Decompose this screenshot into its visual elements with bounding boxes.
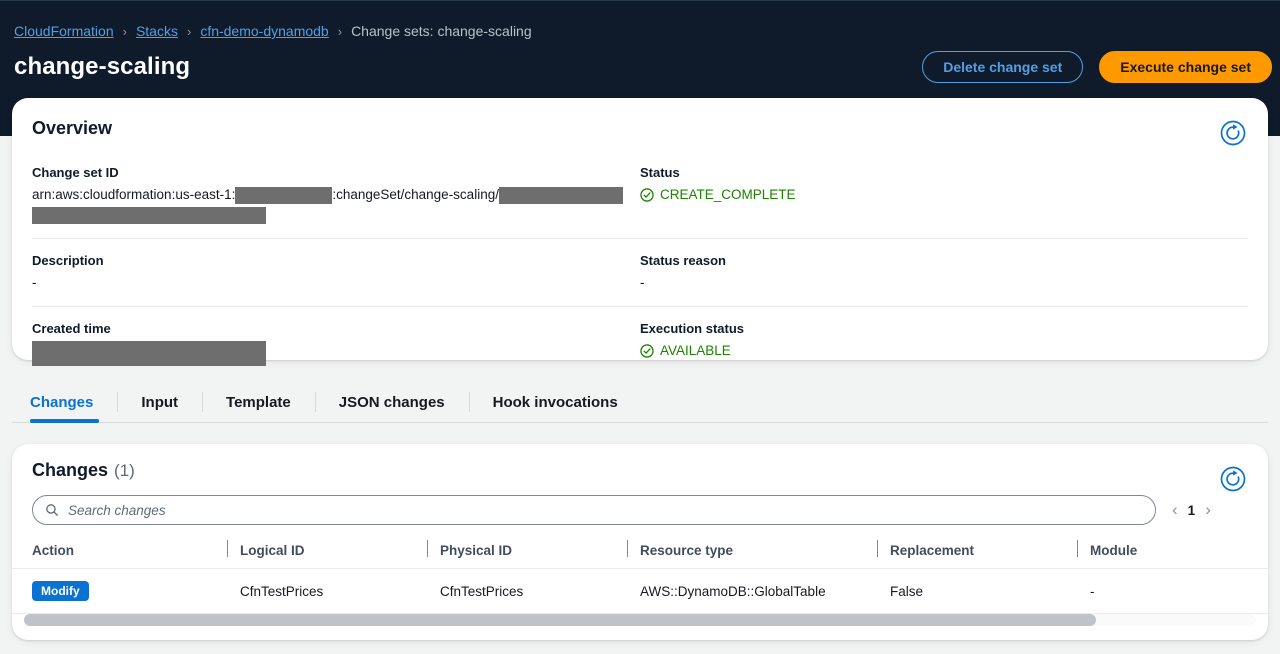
pagination-page-1[interactable]: 1 <box>1188 503 1196 518</box>
change-set-id-prefix: arn:aws:cloudformation:us-east-1: <box>32 187 236 202</box>
changes-title: Changes <box>32 460 109 480</box>
column-header-resource-type[interactable]: Resource type <box>627 537 890 569</box>
created-time-label: Created time <box>32 321 111 337</box>
change-set-id-label: Change set ID <box>32 165 119 180</box>
column-divider <box>427 540 428 557</box>
cell-replacement: False <box>890 568 1090 614</box>
breadcrumb-item-current: Change sets: change-scaling <box>351 23 532 39</box>
tab-input[interactable]: Input <box>117 382 202 422</box>
tab-changes[interactable]: Changes <box>12 382 117 423</box>
redacted-change-set-uuid-part1 <box>498 186 623 204</box>
overview-field-status: Status CREATE_COMPLETE <box>640 165 1248 224</box>
breadcrumb-separator-icon: › <box>186 23 192 39</box>
tab-hook-invocations[interactable]: Hook invocations <box>468 382 642 422</box>
column-header-module-label: Module <box>1090 543 1138 558</box>
changes-card: Changes (1) Search changes ‹ 1 › Action … <box>12 444 1268 640</box>
check-circle-icon <box>640 187 654 202</box>
status-text: CREATE_COMPLETE <box>660 187 796 202</box>
overview-row-id-status: Change set ID arn:aws:cloudformation:us-… <box>32 151 1248 240</box>
pagination-prev-icon[interactable]: ‹ <box>1172 500 1178 520</box>
status-badge: CREATE_COMPLETE <box>640 185 796 204</box>
overview-row-created-execution: Created time Execution status AVAILABLE <box>32 307 1248 380</box>
column-header-resource-type-label: Resource type <box>640 543 734 558</box>
tab-bar: Changes Input Template JSON changes Hook… <box>12 382 1268 423</box>
cell-physical-id: CfnTestPrices <box>440 568 640 614</box>
search-row: Search changes ‹ 1 › <box>32 495 1248 525</box>
status-reason-value: - <box>640 275 645 291</box>
redacted-change-set-uuid-part2 <box>32 207 266 225</box>
changes-table: Action Logical ID Physical ID Resource t… <box>12 537 1268 614</box>
change-set-id-middle: :changeSet/change-scaling/ <box>332 187 499 202</box>
overview-field-created-time: Created time <box>32 321 640 367</box>
overview-field-status-reason: Status reason - <box>640 253 1248 292</box>
description-label: Description <box>32 253 104 269</box>
horizontal-scrollbar-thumb[interactable] <box>24 614 1096 626</box>
description-value: - <box>32 275 37 291</box>
execute-change-set-button[interactable]: Execute change set <box>1099 51 1272 83</box>
tab-json-changes[interactable]: JSON changes <box>314 382 469 422</box>
column-divider <box>627 540 628 557</box>
breadcrumb-separator-icon: › <box>337 23 343 39</box>
table-row[interactable]: Modify CfnTestPrices CfnTestPrices AWS::… <box>12 568 1268 614</box>
overview-field-execution-status: Execution status AVAILABLE <box>640 321 1248 366</box>
horizontal-scrollbar[interactable] <box>24 614 1256 626</box>
column-header-module[interactable]: Module <box>1077 537 1268 569</box>
changes-table-body: Modify CfnTestPrices CfnTestPrices AWS::… <box>12 568 1268 614</box>
column-divider <box>227 540 228 557</box>
changes-header: Changes (1) Search changes ‹ 1 › <box>12 444 1268 525</box>
overview-title: Overview <box>32 118 113 138</box>
status-label: Status <box>640 165 680 180</box>
table-header-row: Action Logical ID Physical ID Resource t… <box>12 537 1268 569</box>
tab-template[interactable]: Template <box>202 382 315 422</box>
delete-change-set-button[interactable]: Delete change set <box>922 51 1084 83</box>
column-header-action[interactable]: Action <box>12 537 240 569</box>
search-input[interactable]: Search changes <box>32 495 1156 525</box>
breadcrumb: CloudFormation › Stacks › cfn-demo-dynam… <box>14 23 532 39</box>
header-actions: Delete change set Execute change set <box>922 51 1272 83</box>
check-circle-icon <box>640 344 654 358</box>
column-header-physical-id[interactable]: Physical ID <box>427 537 640 569</box>
overview-body: Overview Change set ID arn:aws:cloudform… <box>12 98 1268 380</box>
column-divider <box>877 540 878 557</box>
cell-logical-id: CfnTestPrices <box>240 568 440 614</box>
cell-resource-type: AWS::DynamoDB::GlobalTable <box>640 568 890 614</box>
redacted-created-time <box>32 341 266 367</box>
status-reason-label: Status reason <box>640 253 726 269</box>
execution-status-label: Execution status <box>640 321 745 337</box>
breadcrumb-item-stacks[interactable]: Stacks <box>136 23 178 39</box>
pagination: ‹ 1 › <box>1172 500 1211 520</box>
overview-field-change-set-id: Change set ID arn:aws:cloudformation:us-… <box>32 165 640 225</box>
page-title: change-scaling <box>14 53 191 80</box>
breadcrumb-separator-icon: › <box>122 23 127 39</box>
breadcrumb-item-stack-name[interactable]: cfn-demo-dynamodb <box>200 23 328 39</box>
execution-status-badge: AVAILABLE <box>640 341 731 360</box>
column-header-replacement-label: Replacement <box>890 543 975 558</box>
search-placeholder: Search changes <box>68 502 166 518</box>
column-header-replacement[interactable]: Replacement <box>877 537 1090 569</box>
pagination-next-icon[interactable]: › <box>1205 500 1211 520</box>
action-badge-modify: Modify <box>32 581 89 601</box>
breadcrumb-item-cloudformation[interactable]: CloudFormation <box>14 23 114 39</box>
execution-status-value-wrapper: AVAILABLE <box>640 341 1232 363</box>
created-time-value <box>32 341 624 367</box>
changes-table-head: Action Logical ID Physical ID Resource t… <box>12 537 1268 569</box>
execution-status-text: AVAILABLE <box>660 343 731 359</box>
status-value-wrapper: CREATE_COMPLETE <box>640 185 1232 207</box>
column-header-physical-id-label: Physical ID <box>440 543 513 558</box>
changes-count: (1) <box>114 461 135 480</box>
redacted-account-id <box>235 186 333 204</box>
column-header-logical-id-label: Logical ID <box>240 543 305 558</box>
search-icon <box>46 504 58 516</box>
overview-row-description-reason: Description - Status reason - <box>32 239 1248 308</box>
cell-module: - <box>1090 568 1268 614</box>
overview-card: Overview Change set ID arn:aws:cloudform… <box>12 98 1268 367</box>
overview-refresh-icon[interactable] <box>1218 118 1248 148</box>
overview-field-description: Description - <box>32 253 640 292</box>
change-set-id-value: arn:aws:cloudformation:us-east-1: :change… <box>32 185 624 225</box>
column-divider <box>1077 540 1078 557</box>
cell-action: Modify <box>12 568 240 614</box>
changes-title-row: Changes (1) <box>32 460 1248 481</box>
column-header-logical-id[interactable]: Logical ID <box>227 537 440 569</box>
